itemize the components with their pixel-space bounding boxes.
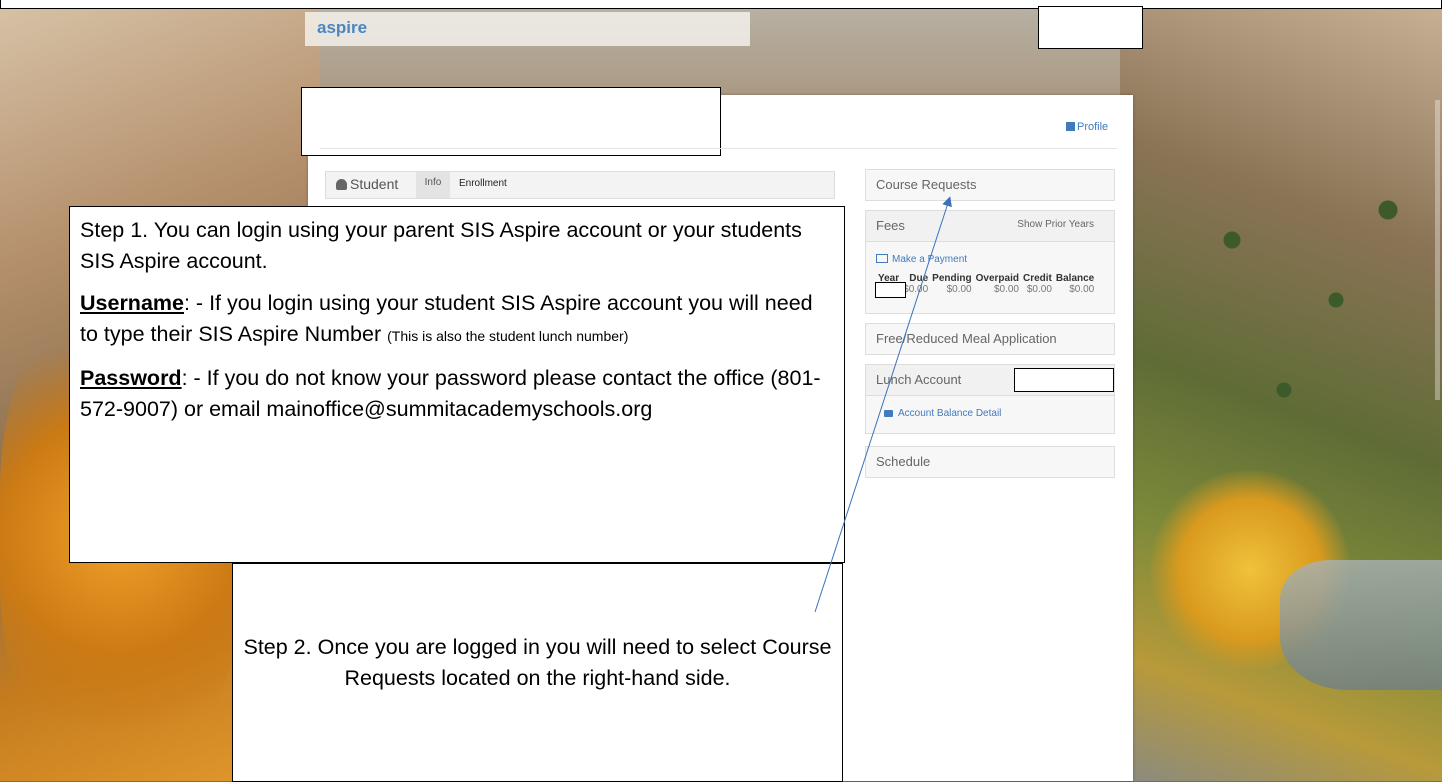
student-tab-bar: Student Info Enrollment bbox=[325, 171, 835, 199]
course-requests-box[interactable]: Course Requests bbox=[865, 169, 1115, 201]
print-icon bbox=[884, 410, 893, 417]
cell-credit: $0.00 bbox=[1026, 284, 1052, 295]
course-requests-title[interactable]: Course Requests bbox=[876, 177, 976, 192]
make-payment-label: Make a Payment bbox=[892, 254, 968, 265]
profile-link[interactable]: Profile bbox=[1066, 121, 1108, 133]
step1-callout: Step 1. You can login using your parent … bbox=[69, 206, 845, 563]
cell-balance: $0.00 bbox=[1069, 284, 1095, 295]
step2-text: Step 2. Once you are logged in you will … bbox=[243, 635, 832, 690]
col-balance: Balance bbox=[1055, 273, 1095, 284]
profile-label: Profile bbox=[1077, 121, 1109, 133]
username-note: (This is also the student lunch number) bbox=[387, 328, 629, 344]
account-balance-link[interactable]: Account Balance Detail bbox=[884, 408, 1001, 419]
header-divider bbox=[320, 148, 1117, 149]
step1-intro: Step 1. You can login using your parent … bbox=[80, 218, 802, 273]
lunch-title: Lunch Account bbox=[876, 372, 962, 387]
fees-title: Fees bbox=[876, 218, 905, 233]
col-pending: Pending bbox=[932, 273, 972, 284]
schedule-box[interactable]: Schedule bbox=[865, 446, 1115, 478]
tab-student[interactable]: Student bbox=[336, 176, 398, 192]
redacted-box bbox=[1038, 6, 1143, 49]
tab-info[interactable]: Info bbox=[416, 172, 450, 198]
brand-logo[interactable]: aspire bbox=[317, 18, 367, 38]
account-balance-label: Account Balance Detail bbox=[898, 408, 1002, 419]
step2-callout: Step 2. Once you are logged in you will … bbox=[232, 563, 843, 782]
password-label: Password bbox=[80, 366, 182, 390]
tab-enrollment[interactable]: Enrollment bbox=[459, 178, 507, 189]
redacted-year bbox=[875, 282, 906, 298]
col-credit: Credit bbox=[1022, 273, 1052, 284]
cell-overpaid: $0.00 bbox=[993, 284, 1019, 295]
make-payment-link[interactable]: Make a Payment bbox=[876, 254, 967, 265]
fees-header: Fees Show Prior Years bbox=[866, 211, 1114, 242]
top-border bbox=[0, 0, 1442, 9]
user-icon bbox=[336, 179, 347, 190]
schedule-title[interactable]: Schedule bbox=[876, 454, 930, 469]
redacted-lunch bbox=[1014, 368, 1114, 392]
credit-card-icon bbox=[876, 254, 888, 263]
tab-student-label: Student bbox=[350, 176, 399, 192]
col-overpaid: Overpaid bbox=[975, 273, 1019, 284]
brand-bar: aspire bbox=[305, 12, 750, 46]
scrollbar[interactable] bbox=[1435, 100, 1440, 400]
password-text: : - If you do not know your password ple… bbox=[80, 366, 821, 421]
show-prior-years-link[interactable]: Show Prior Years bbox=[1017, 219, 1094, 230]
profile-icon bbox=[1066, 122, 1075, 131]
fees-table: Year Due Pending Overpaid Credit Balance… bbox=[876, 273, 1096, 295]
cell-pending: $0.00 bbox=[946, 284, 972, 295]
free-reduced-box[interactable]: Free/Reduced Meal Application bbox=[865, 323, 1115, 355]
redacted-header bbox=[301, 87, 721, 156]
free-reduced-title[interactable]: Free/Reduced Meal Application bbox=[876, 331, 1057, 346]
username-label: Username bbox=[80, 291, 184, 315]
fees-box: Fees Show Prior Years Make a Payment Yea… bbox=[865, 210, 1115, 314]
